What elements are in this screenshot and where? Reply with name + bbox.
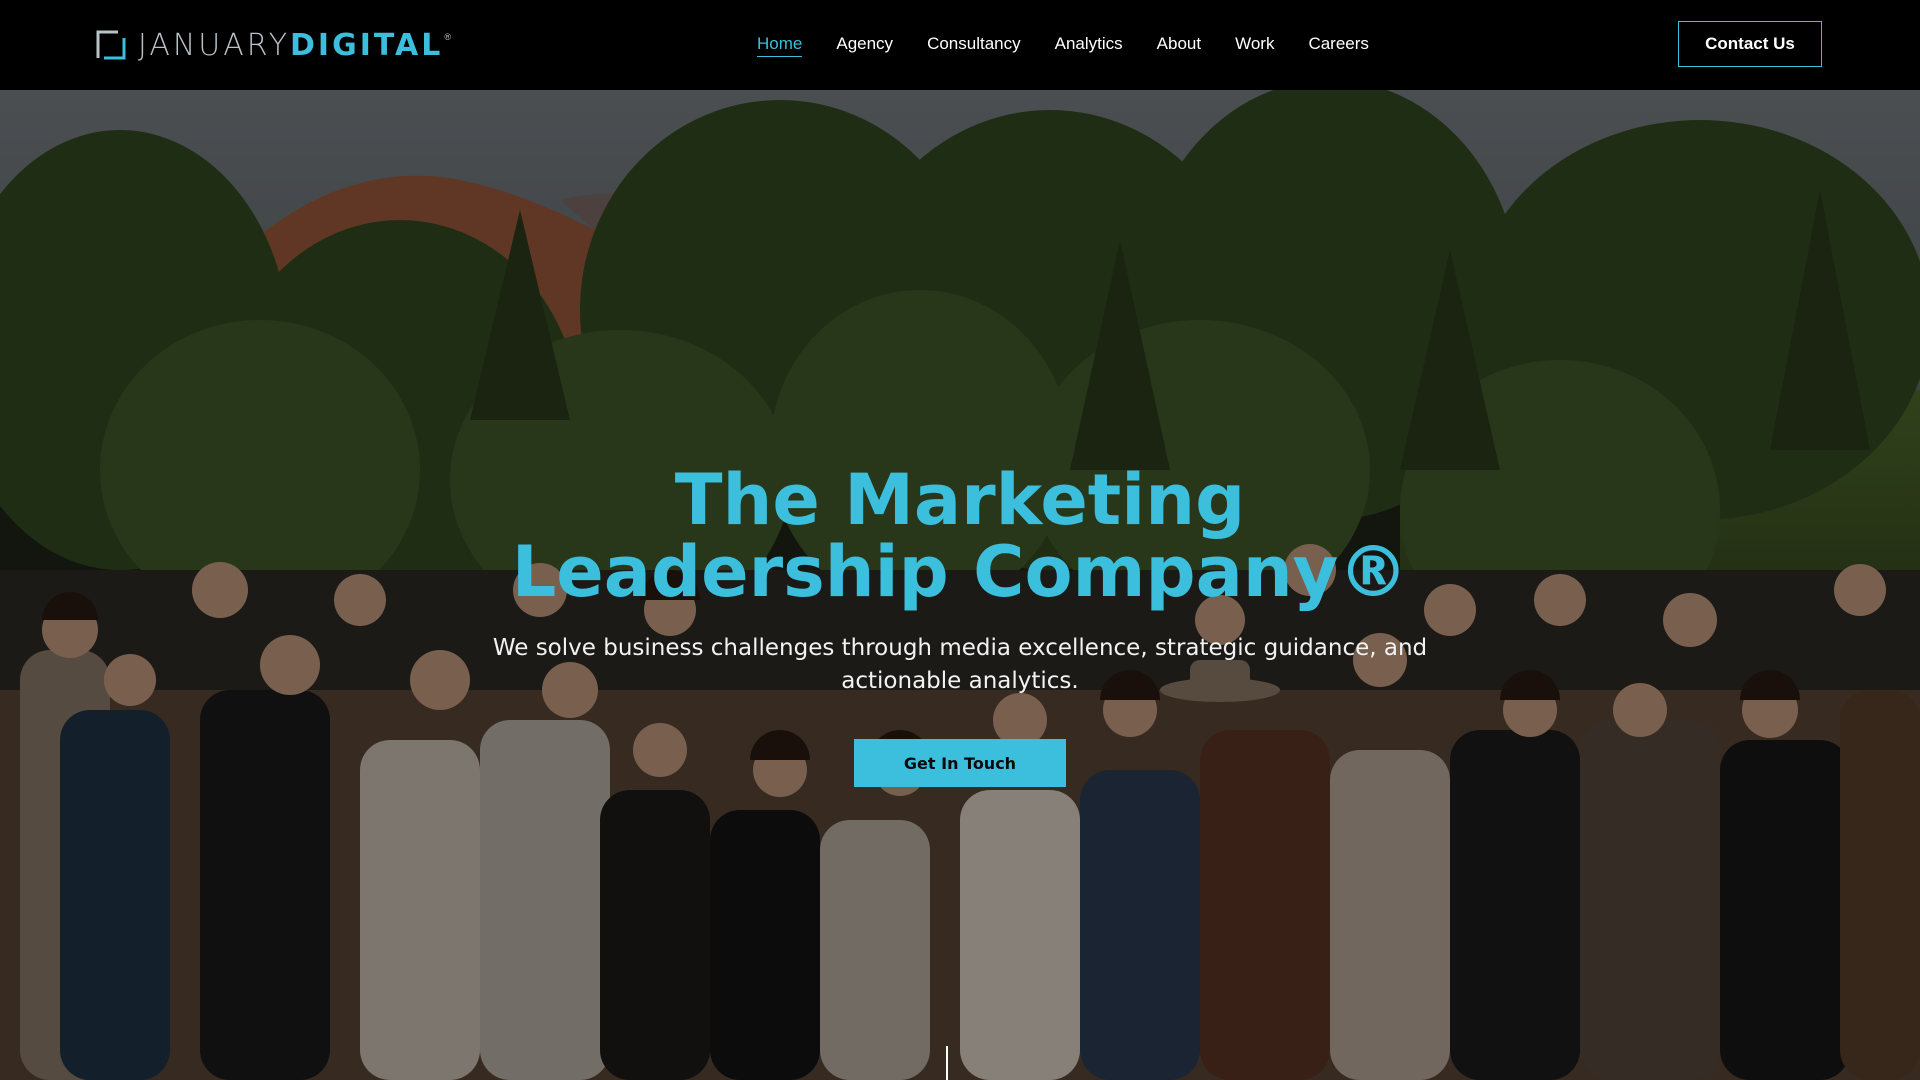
nav-item-about[interactable]: About [1157, 34, 1201, 56]
brand-logo[interactable]: JANUARY DIGITAL ® [96, 27, 451, 63]
nav-item-careers[interactable]: Careers [1308, 34, 1368, 56]
logo-bracket-icon [96, 30, 126, 60]
logo-text-january: JANUARY [138, 27, 291, 63]
hero-section: The Marketing Leadership Company® We sol… [0, 90, 1920, 1080]
hero-content: The Marketing Leadership Company® We sol… [0, 90, 1920, 1080]
logo-text-digital: DIGITAL [290, 27, 444, 63]
scroll-indicator [946, 1046, 948, 1080]
nav-item-agency[interactable]: Agency [836, 34, 893, 56]
nav-item-consultancy[interactable]: Consultancy [927, 34, 1021, 56]
hero-title: The Marketing Leadership Company® [511, 459, 1409, 613]
get-in-touch-button[interactable]: Get In Touch [854, 739, 1066, 787]
page: JANUARY DIGITAL ® Home Agency Consultanc… [0, 0, 1920, 1080]
contact-us-button[interactable]: Contact Us [1678, 21, 1822, 67]
nav-item-analytics[interactable]: Analytics [1055, 34, 1123, 56]
logo-trademark: ® [444, 32, 451, 42]
hero-subtitle: We solve business challenges through med… [492, 635, 1428, 694]
nav-item-work[interactable]: Work [1235, 34, 1274, 56]
main-nav: Home Agency Consultancy Analytics About … [740, 0, 1386, 90]
top-navbar: JANUARY DIGITAL ® Home Agency Consultanc… [0, 0, 1920, 90]
nav-item-home[interactable]: Home [757, 34, 803, 57]
